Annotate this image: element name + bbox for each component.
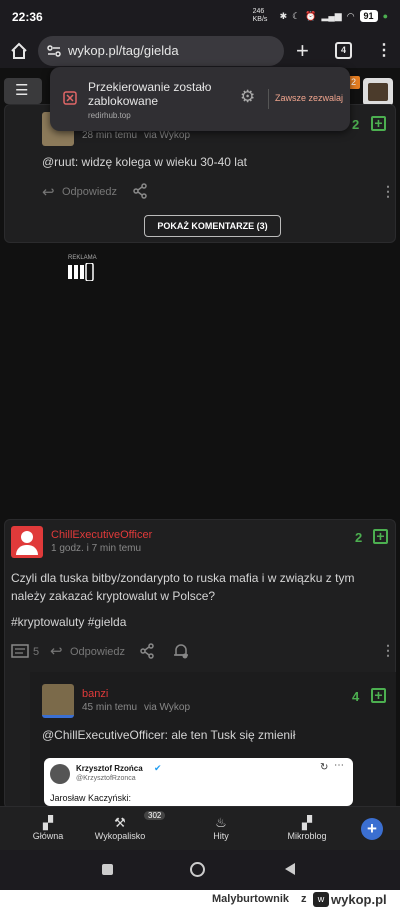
nested-comment-text: @ChillExecutiveOfficer: ale ten Tusk się… <box>42 728 296 742</box>
recents-button[interactable] <box>102 864 113 875</box>
tweet-handle: @KrzysztofRzonca <box>76 775 136 782</box>
tweet-avatar <box>50 764 70 784</box>
tweet-text: Jarosław Kaczyński: <box>50 793 132 803</box>
nested-comment-time: 45 min temu <box>82 702 138 713</box>
post-author-avatar[interactable] <box>11 526 43 558</box>
tab-switcher-button[interactable]: 4 <box>335 42 352 59</box>
redirect-blocked-popup: Przekierowanie zostało zablokowane redir… <box>50 67 350 131</box>
more-options-icon[interactable]: ⋮ <box>381 183 395 200</box>
popup-domain: redirhub.top <box>88 111 131 120</box>
post-upvote-button[interactable]: + <box>373 529 388 544</box>
popup-title: Przekierowanie zostało zablokowane <box>88 80 212 108</box>
wykop-logo-icon: w <box>313 892 329 907</box>
embedded-tweet[interactable]: Krzysztof Rzońca ✔ @KrzysztofRzonca ↻ ⋯ … <box>44 758 353 806</box>
nav-label-mikroblog: Mikroblog <box>287 831 327 841</box>
url-text: wykop.pl/tag/gielda <box>68 43 179 58</box>
comment-via: via Wykop <box>144 130 191 141</box>
footer-user: Malyburtownik <box>212 893 290 905</box>
status-bar: 22:36 246 KB/s ✱ ☾ ⏰ ▂▄▆ ◠ 91 ● <box>0 0 400 34</box>
tweet-author: Krzysztof Rzońca <box>76 764 143 773</box>
post-vote-count: 2 <box>355 530 363 545</box>
post-reply-icon[interactable]: ↩ <box>50 642 63 660</box>
nav-label-hity: Hity <box>213 831 229 841</box>
comment-count: 5 <box>33 646 40 658</box>
wifi-icon: ◠ <box>346 10 355 21</box>
moon-icon: ☾ <box>292 10 301 21</box>
browser-toolbar: wykop.pl/tag/gielda + 4 ⋮ <box>0 34 400 68</box>
browser-menu-icon[interactable]: ⋮ <box>376 40 392 60</box>
comment-time: 28 min temu <box>82 130 138 141</box>
post-time: 1 godz. i 7 min temu <box>51 543 142 554</box>
refresh-icon: ↻ <box>320 762 329 773</box>
alarm-icon: ⏰ <box>305 10 317 21</box>
upvote-button[interactable]: + <box>371 116 386 131</box>
fire-icon: ♨ <box>215 815 227 830</box>
microblog-icon: ▞ <box>302 815 312 830</box>
net-speed: 246 KB/s <box>252 8 268 23</box>
bottom-navigation: ▞ Główna ⚒ Wykopalisko 302 ♨ Hity ▞ Mikr… <box>0 806 400 850</box>
site-settings-icon[interactable] <box>47 45 61 57</box>
nav-item-mikroblog[interactable]: ▞ Mikroblog <box>267 815 347 841</box>
nav-label-home: Główna <box>32 831 64 841</box>
hamburger-menu-button[interactable]: ☰ <box>4 78 42 104</box>
nested-comment-author[interactable]: banzi <box>82 688 108 700</box>
dot-icon: ● <box>382 11 388 21</box>
settings-gear-icon[interactable]: ⚙ <box>240 87 255 107</box>
blocked-redirect-icon <box>63 91 77 105</box>
new-tab-icon[interactable]: + <box>296 38 309 64</box>
show-comments-button[interactable]: POKAŻ KOMENTARZE (3) <box>144 215 281 237</box>
always-allow-button[interactable]: Zawsze zezwalaj <box>275 93 343 103</box>
home-icon[interactable] <box>10 42 28 60</box>
post-share-icon[interactable] <box>139 643 155 659</box>
signal-icon: ▂▄▆ <box>321 10 342 21</box>
menu-icon: ☰ <box>15 82 29 99</box>
nested-vote-count: 4 <box>352 689 360 704</box>
home-system-button[interactable] <box>190 862 205 877</box>
bell-icon[interactable] <box>172 642 190 660</box>
post-reply-button[interactable]: Odpowiedz <box>70 646 125 658</box>
share-icon[interactable] <box>132 183 148 199</box>
add-post-button[interactable]: + <box>361 818 383 840</box>
post-text: Czyli dla tuska bitby/zondarypto to rusk… <box>11 571 355 603</box>
ad-logo-icon[interactable] <box>68 262 94 282</box>
footer-site: wykop.pl <box>331 892 387 907</box>
verified-icon: ✔ <box>154 763 162 773</box>
status-icons: 246 KB/s ✱ ☾ ⏰ ▂▄▆ ◠ 91 ● <box>253 8 388 24</box>
user-avatar[interactable] <box>363 78 393 106</box>
ad-label: REKLAMA <box>68 255 97 261</box>
nav-item-home[interactable]: ▞ Główna <box>8 815 88 841</box>
footer-z: z <box>301 893 307 905</box>
reply-button[interactable]: Odpowiedz <box>62 186 117 198</box>
home-nav-icon: ▞ <box>43 815 53 830</box>
back-button[interactable] <box>284 862 296 876</box>
status-time: 22:36 <box>12 10 43 24</box>
footer-watermark: Malyburtownik z w wykop.pl <box>0 890 400 909</box>
nav-label-wykopalisko: Wykopalisko <box>94 831 146 841</box>
popup-divider <box>268 89 269 109</box>
post-more-options-icon[interactable]: ⋮ <box>381 642 395 659</box>
reply-icon[interactable]: ↩ <box>42 183 55 201</box>
comment-text: @ruut: widzę kolega w wieku 30-40 lat <box>42 155 247 169</box>
wykopalisko-badge: 302 <box>144 811 166 820</box>
bluetooth-icon: ✱ <box>279 10 288 21</box>
system-navigation <box>0 850 400 890</box>
battery-indicator: 91 <box>359 10 378 22</box>
nav-item-hity[interactable]: ♨ Hity <box>181 815 261 841</box>
url-bar[interactable]: wykop.pl/tag/gielda <box>38 36 284 66</box>
nested-comment-via: via Wykop <box>144 702 191 713</box>
post-author[interactable]: ChillExecutiveOfficer <box>51 529 152 541</box>
post-tags[interactable]: #kryptowaluty #gielda <box>11 613 126 631</box>
tweet-more-icon: ⋯ <box>334 760 344 771</box>
nested-upvote-button[interactable]: + <box>371 688 386 703</box>
nested-comment-avatar[interactable] <box>42 684 74 718</box>
comments-icon[interactable] <box>11 644 29 660</box>
vote-count: 2 <box>352 117 360 132</box>
